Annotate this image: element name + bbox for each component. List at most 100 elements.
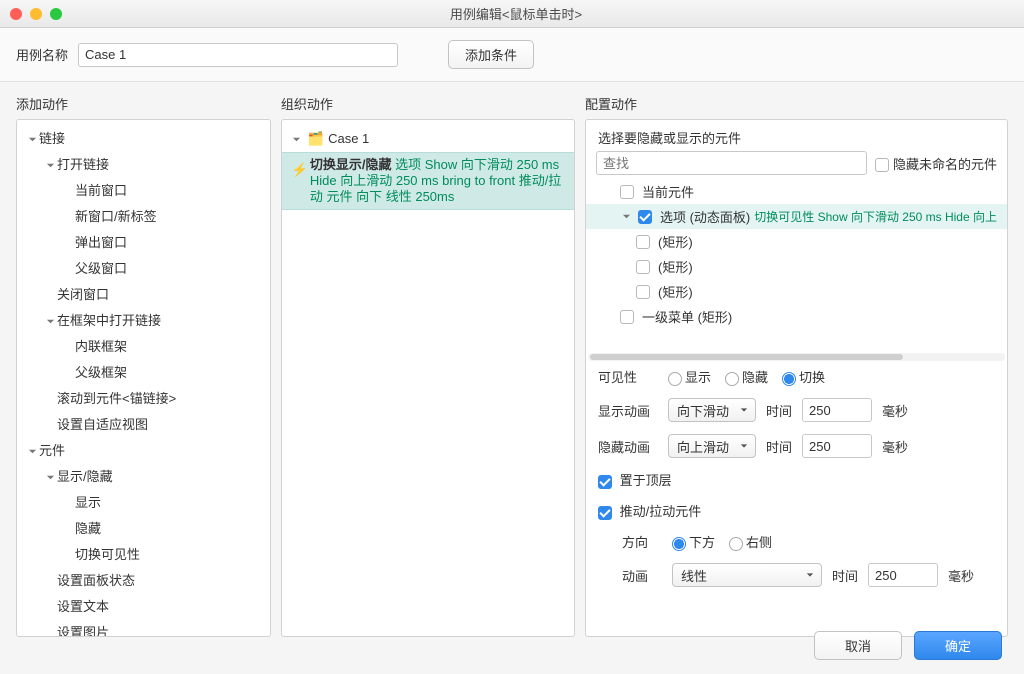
horizontal-scrollbar[interactable]	[588, 353, 1005, 361]
add-action-item[interactable]: 在框架中打开链接	[17, 308, 270, 334]
visibility-option[interactable]: 切换	[782, 367, 825, 386]
element-list-item[interactable]: (矩形)	[586, 229, 1007, 254]
case-name-input[interactable]	[78, 43, 398, 67]
case-name-label: 用例名称	[16, 45, 68, 64]
radio-button[interactable]	[672, 537, 686, 551]
element-list-item[interactable]: 选项 (动态面板) 切换可见性 Show 向下滑动 250 ms Hide 向上	[586, 204, 1007, 229]
push-pull-label[interactable]: 推动/拉动元件	[598, 501, 701, 520]
tree-item-label: 在框架中打开链接	[57, 310, 161, 332]
visibility-option[interactable]: 隐藏	[725, 367, 768, 386]
chevron-down-icon	[737, 406, 751, 414]
hide-anim-label: 隐藏动画	[598, 437, 658, 456]
radio-button[interactable]	[729, 537, 743, 551]
element-list-item[interactable]: (矩形)	[586, 254, 1007, 279]
radio-button[interactable]	[668, 372, 682, 386]
element-list-item[interactable]: 当前元件	[586, 179, 1007, 204]
direction-option[interactable]: 下方	[672, 532, 715, 551]
search-input[interactable]	[596, 151, 867, 175]
tree-item-label: 父级窗口	[75, 258, 127, 280]
visibility-option[interactable]: 显示	[668, 367, 711, 386]
anim-select[interactable]: 线性	[672, 563, 822, 587]
add-actions-panel: 链接打开链接当前窗口新窗口/新标签弹出窗口父级窗口关闭窗口在框架中打开链接内联框…	[16, 119, 271, 637]
hide-time-input[interactable]	[802, 434, 872, 458]
anim-time-label: 时间	[832, 566, 858, 585]
cancel-button[interactable]: 取消	[814, 631, 902, 660]
element-checkbox[interactable]	[620, 310, 634, 324]
direction-option[interactable]: 右侧	[729, 532, 772, 551]
anim-time-input[interactable]	[868, 563, 938, 587]
chevron-down-icon[interactable]	[25, 135, 39, 144]
add-action-item[interactable]: 隐藏	[17, 516, 270, 542]
action-item[interactable]: ⚡ 切换显示/隐藏 选项 Show 向下滑动 250 ms Hide 向上滑动 …	[282, 152, 574, 210]
tree-item-label: 设置图片	[57, 622, 109, 637]
element-checkbox[interactable]	[636, 260, 650, 274]
tree-item-label: 显示	[75, 492, 101, 514]
radio-button[interactable]	[782, 372, 796, 386]
bring-to-front-checkbox[interactable]	[598, 475, 612, 489]
tree-item-label: 设置面板状态	[57, 570, 135, 592]
element-checkbox[interactable]	[636, 285, 650, 299]
chevron-down-icon[interactable]	[290, 135, 304, 144]
element-list-item[interactable]: (矩形)	[586, 279, 1007, 304]
tree-item-label: 滚动到元件<锚链接>	[57, 388, 176, 410]
show-time-input[interactable]	[802, 398, 872, 422]
add-action-item[interactable]: 父级框架	[17, 360, 270, 386]
show-anim-select[interactable]: 向下滑动	[668, 398, 756, 422]
add-action-item[interactable]: 设置文本	[17, 594, 270, 620]
add-action-item[interactable]: 新窗口/新标签	[17, 204, 270, 230]
element-checkbox[interactable]	[636, 235, 650, 249]
organize-actions-panel: 🗂️ Case 1 ⚡ 切换显示/隐藏 选项 Show 向下滑动 250 ms …	[281, 119, 575, 637]
tree-item-label: 当前窗口	[75, 180, 127, 202]
tree-item-label: 设置文本	[57, 596, 109, 618]
add-action-item[interactable]: 父级窗口	[17, 256, 270, 282]
element-checkbox[interactable]	[620, 185, 634, 199]
element-label: (矩形)	[658, 257, 693, 276]
tree-item-label: 元件	[39, 440, 65, 462]
element-list-item[interactable]: 一级菜单 (矩形)	[586, 304, 1007, 329]
element-checkbox[interactable]	[638, 210, 652, 224]
add-action-item[interactable]: 关闭窗口	[17, 282, 270, 308]
add-action-item[interactable]: 当前窗口	[17, 178, 270, 204]
add-action-item[interactable]: 设置面板状态	[17, 568, 270, 594]
chevron-down-icon[interactable]	[620, 212, 634, 221]
hide-time-unit: 毫秒	[882, 437, 908, 456]
tree-item-label: 链接	[39, 128, 65, 150]
add-action-item[interactable]: 链接	[17, 126, 270, 152]
add-action-item[interactable]: 显示/隐藏	[17, 464, 270, 490]
radio-button[interactable]	[725, 372, 739, 386]
hide-anim-select[interactable]: 向上滑动	[668, 434, 756, 458]
add-action-item[interactable]: 切换可见性	[17, 542, 270, 568]
case-tree-node[interactable]: 🗂️ Case 1	[282, 126, 574, 152]
chevron-down-icon[interactable]	[43, 161, 57, 170]
case-node-label: Case 1	[328, 128, 369, 150]
visibility-label: 可见性	[598, 367, 658, 386]
chevron-down-icon[interactable]	[43, 317, 57, 326]
add-action-item[interactable]: 打开链接	[17, 152, 270, 178]
add-condition-button[interactable]: 添加条件	[448, 40, 534, 69]
push-pull-checkbox[interactable]	[598, 506, 612, 520]
tree-item-label: 内联框架	[75, 336, 127, 358]
add-action-item[interactable]: 设置自适应视图	[17, 412, 270, 438]
show-time-label: 时间	[766, 401, 792, 420]
action-title: 切换显示/隐藏	[310, 157, 392, 172]
chevron-down-icon[interactable]	[43, 473, 57, 482]
bring-to-front-label[interactable]: 置于顶层	[598, 470, 672, 489]
hide-unnamed-checkbox[interactable]	[875, 158, 889, 172]
add-action-item[interactable]: 滚动到元件<锚链接>	[17, 386, 270, 412]
chevron-down-icon[interactable]	[25, 447, 39, 456]
add-action-item[interactable]: 内联框架	[17, 334, 270, 360]
ok-button[interactable]: 确定	[914, 631, 1002, 660]
hide-time-label: 时间	[766, 437, 792, 456]
direction-label: 方向	[622, 532, 662, 551]
element-label: (矩形)	[658, 282, 693, 301]
add-action-item[interactable]: 设置图片	[17, 620, 270, 637]
chevron-down-icon	[737, 442, 751, 450]
element-detail: 切换可见性 Show 向下滑动 250 ms Hide 向上	[754, 208, 997, 225]
tree-item-label: 设置自适应视图	[57, 414, 148, 436]
add-action-item[interactable]: 弹出窗口	[17, 230, 270, 256]
add-action-item[interactable]: 元件	[17, 438, 270, 464]
add-action-item[interactable]: 显示	[17, 490, 270, 516]
hide-unnamed-label[interactable]: 隐藏未命名的元件	[875, 154, 997, 173]
element-label: 当前元件	[642, 182, 694, 201]
anim-time-unit: 毫秒	[948, 566, 974, 585]
